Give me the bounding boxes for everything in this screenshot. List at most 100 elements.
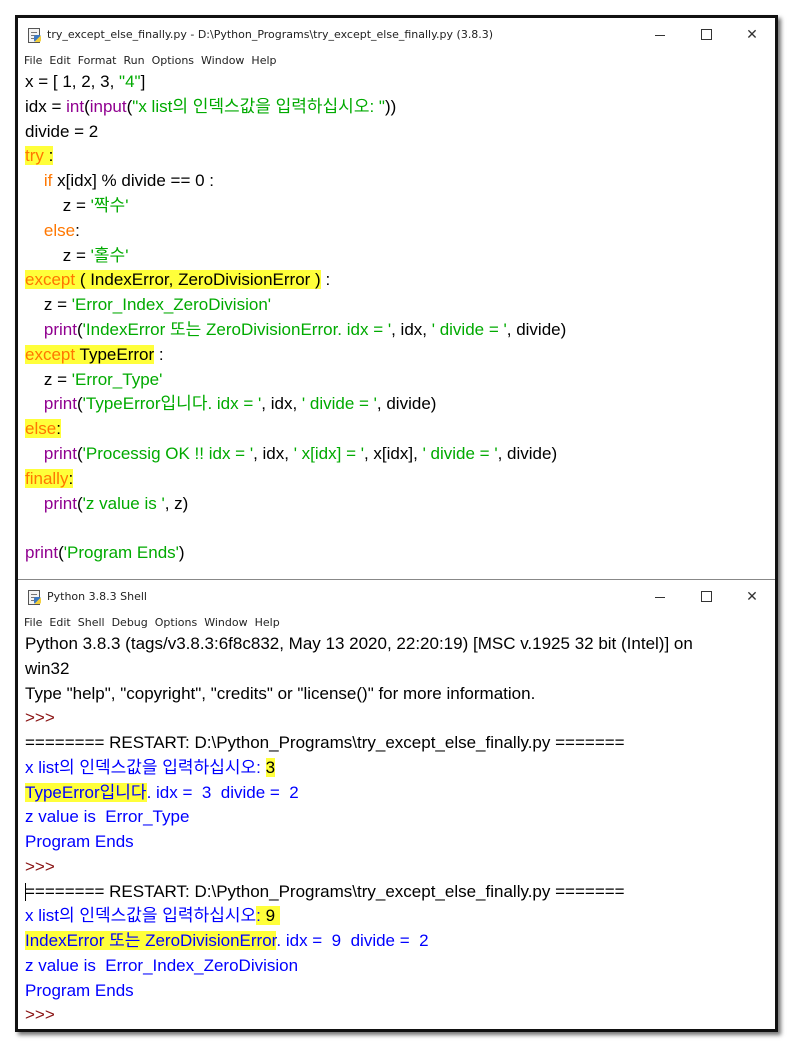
editor-token: : — [75, 220, 80, 240]
editor-menu-format[interactable]: Format — [78, 54, 117, 67]
shell-token: ======== RESTART: D:\Python_Programs\try… — [25, 733, 625, 752]
editor-token: : — [56, 419, 61, 439]
editor-token: , divide) — [497, 443, 558, 463]
minimize-button[interactable] — [637, 18, 683, 51]
editor-token: print — [43, 394, 77, 414]
shell-menu-debug[interactable]: Debug — [112, 616, 148, 629]
editor-token: ' divide = ' — [422, 443, 498, 463]
editor-token: int — [66, 96, 85, 116]
editor-line: idx = int(input("x list의 인덱스값을 입력하십시오: "… — [25, 95, 775, 120]
editor-line: except ( IndexError, ZeroDivisionError )… — [25, 268, 775, 293]
shell-close-button[interactable]: ✕ — [729, 580, 775, 613]
code-editor[interactable]: x = [ 1, 2, 3, "4"] idx = int(input("x li… — [18, 70, 775, 566]
editor-token: : — [68, 468, 74, 488]
shell-line: x list의 인덱스값을 입력하십시오: 3 — [25, 756, 775, 781]
editor-token: except — [25, 344, 76, 364]
editor-menu-file[interactable]: File — [24, 54, 42, 67]
shell-menu-options[interactable]: Options — [155, 616, 197, 629]
shell-token: TypeError입니다 — [25, 782, 147, 802]
editor-line: except TypeError : — [25, 343, 775, 368]
editor-token: ' divide = ' — [301, 394, 377, 414]
shell-line: win32 — [25, 657, 775, 682]
editor-token: except — [25, 270, 76, 290]
maximize-icon — [700, 29, 712, 40]
editor-token: 'Processig OK !! idx = ' — [82, 443, 254, 463]
editor-token: x = [ 1, 2, 3, — [25, 72, 120, 91]
shell-menu-help[interactable]: Help — [255, 616, 280, 629]
editor-token — [25, 444, 44, 463]
editor-token: '짝수' — [90, 195, 129, 215]
editor-menu-run[interactable]: Run — [124, 54, 145, 67]
shell-token: 9 — [265, 906, 276, 926]
editor-token: finally — [25, 468, 69, 488]
close-button[interactable]: ✕ — [729, 18, 775, 51]
shell-menu-window[interactable]: Window — [204, 616, 247, 629]
shell-minimize-button[interactable] — [637, 580, 683, 613]
editor-token: ' x[idx] = ' — [293, 443, 364, 463]
editor-token — [25, 394, 44, 413]
editor-window: try_except_else_finally.py - D:\Python_P… — [18, 18, 775, 578]
shell-line: IndexError 또는 ZeroDivisionError. idx = 9… — [25, 929, 775, 954]
editor-line: print('z value is ', z) — [25, 492, 775, 517]
editor-token: , divide) — [506, 319, 567, 339]
shell-line: Program Ends — [25, 830, 775, 855]
editor-menu-window[interactable]: Window — [201, 54, 244, 67]
editor-token: : — [43, 146, 54, 166]
editor-line: print('IndexError 또는 ZeroDivisionError. … — [25, 318, 775, 343]
editor-menu-help[interactable]: Help — [251, 54, 276, 67]
shell-menu-edit[interactable]: Edit — [49, 616, 70, 629]
shell-token: Program Ends — [25, 980, 134, 1000]
shell-line: >>> — [25, 1003, 775, 1028]
editor-line: print('Program Ends') — [25, 541, 775, 566]
shell-token — [275, 906, 280, 926]
editor-line: z = 'Error_Index_ZeroDivision' — [25, 293, 775, 318]
editor-token: z = — [25, 295, 72, 315]
shell-token: >>> — [25, 708, 60, 728]
shell-titlebar[interactable]: Python 3.8.3 Shell ✕ — [18, 580, 775, 613]
close-icon: ✕ — [746, 26, 758, 43]
editor-line: divide = 2 — [25, 120, 775, 145]
editor-line: ​ — [25, 516, 775, 541]
shell-title: Python 3.8.3 Shell — [47, 590, 147, 603]
python-file-icon — [27, 27, 41, 43]
editor-title: try_except_else_finally.py - D:\Python_P… — [47, 28, 494, 41]
editor-token: )) — [384, 96, 397, 116]
close-icon: ✕ — [746, 588, 758, 605]
shell-maximize-button[interactable] — [683, 580, 729, 613]
editor-menu-options[interactable]: Options — [152, 54, 194, 67]
editor-token: : — [320, 270, 331, 290]
shell-line: ======== RESTART: D:\Python_Programs\try… — [25, 880, 775, 905]
editor-line: try : — [25, 144, 775, 169]
shell-token: z value is Error_Index_ZeroDivision — [25, 955, 299, 975]
editor-menu-edit[interactable]: Edit — [49, 54, 70, 67]
shell-menu-file[interactable]: File — [24, 616, 42, 629]
shell-line: z value is Error_Index_ZeroDivision — [25, 954, 775, 979]
shell-token: win32 — [25, 658, 70, 678]
editor-token: input — [89, 96, 127, 116]
editor-token — [25, 494, 44, 513]
editor-token: 'IndexError 또는 ZeroDivisionError. idx = … — [82, 319, 392, 339]
shell-line: Type "help", "copyright", "credits" or "… — [25, 682, 775, 707]
editor-token: 'Program Ends' — [63, 543, 179, 563]
editor-token: "x list의 인덱스값을 입력하십시오: " — [132, 96, 385, 116]
shell-token: z value is Error_Type — [25, 807, 190, 827]
shell-menu-shell[interactable]: Shell — [78, 616, 105, 629]
editor-token: print — [43, 319, 77, 339]
editor-token: print — [43, 443, 77, 463]
shell-line: x list의 인덱스값을 입력하십시오: 9 — [25, 904, 775, 929]
editor-line: print('Processig OK !! idx = ', idx, ' x… — [25, 442, 775, 467]
editor-token: 'Error_Type' — [71, 369, 163, 389]
editor-token: z = — [25, 195, 91, 215]
editor-line: if x[idx] % divide == 0 : — [25, 169, 775, 194]
minimize-icon — [655, 597, 665, 598]
editor-token — [25, 320, 44, 339]
editor-token: 'Error_Index_ZeroDivision' — [71, 295, 272, 315]
editor-titlebar[interactable]: try_except_else_finally.py - D:\Python_P… — [18, 18, 775, 51]
shell-line: >>> — [25, 855, 775, 880]
editor-token — [25, 171, 44, 190]
maximize-button[interactable] — [683, 18, 729, 51]
editor-token: : — [154, 344, 164, 364]
editor-line: else: — [25, 219, 775, 244]
editor-token: , divide) — [376, 394, 437, 414]
shell-output[interactable]: Python 3.8.3 (tags/v3.8.3:6f8c832, May 1… — [18, 632, 775, 1028]
